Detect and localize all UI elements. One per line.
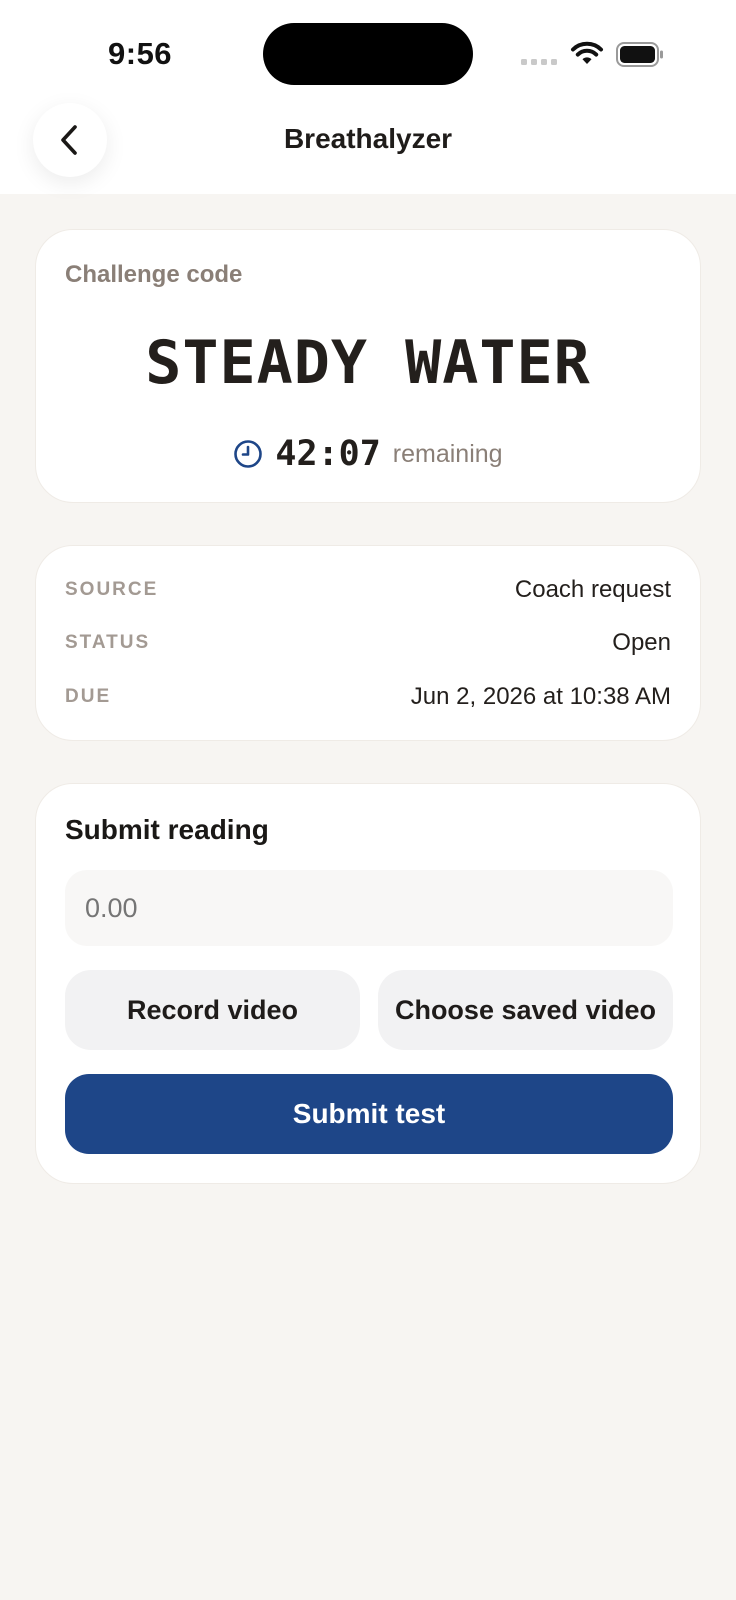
navigation-bar: Breathalyzer bbox=[0, 95, 736, 194]
challenge-code-value: STEADY WATER bbox=[145, 328, 591, 398]
clock-icon bbox=[234, 440, 263, 468]
countdown-timer: 42:07 remaining bbox=[36, 434, 700, 474]
submit-reading-title: Submit reading bbox=[65, 814, 269, 845]
detail-row-due: DUE Jun 2, 2026 at 10:38 AM bbox=[65, 683, 671, 723]
timer-value: 42:07 bbox=[275, 434, 381, 474]
status-time: 9:56 bbox=[108, 36, 173, 71]
detail-value: Coach request bbox=[514, 576, 671, 603]
challenge-code-label: Challenge code bbox=[65, 261, 243, 288]
reading-input[interactable] bbox=[65, 870, 673, 946]
details-card: SOURCE Coach request STATUS Open DUE Jun… bbox=[35, 545, 701, 741]
detail-value: Jun 2, 2026 at 10:38 AM bbox=[410, 683, 671, 710]
dynamic-island bbox=[263, 23, 473, 85]
detail-row-status: STATUS Open bbox=[65, 629, 671, 669]
cellular-signal-icon bbox=[521, 59, 557, 65]
challenge-code-card: Challenge code STEADY WATER 42:07 remain… bbox=[35, 229, 701, 503]
battery-icon bbox=[616, 42, 663, 67]
detail-label: SOURCE bbox=[65, 579, 159, 600]
detail-value: Open bbox=[612, 629, 671, 656]
page-title: Breathalyzer bbox=[283, 123, 453, 154]
detail-label: DUE bbox=[65, 686, 112, 707]
choose-saved-video-button[interactable]: Choose saved video bbox=[378, 970, 673, 1050]
detail-label: STATUS bbox=[65, 632, 151, 653]
timer-suffix: remaining bbox=[392, 439, 503, 468]
record-video-button[interactable]: Record video bbox=[65, 970, 360, 1050]
submit-test-button[interactable]: Submit test bbox=[65, 1074, 673, 1154]
wifi-icon bbox=[571, 41, 603, 64]
detail-row-source: SOURCE Coach request bbox=[65, 576, 671, 616]
status-bar: 9:56 bbox=[0, 0, 736, 95]
submit-reading-card: Submit reading Record video Choose saved… bbox=[35, 783, 701, 1184]
